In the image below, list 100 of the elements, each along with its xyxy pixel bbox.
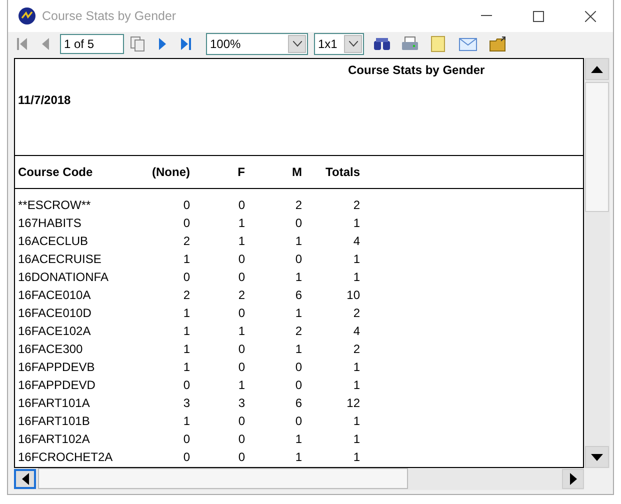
table-cell-text: 0 xyxy=(237,198,245,212)
table-cell-text: 3 xyxy=(237,396,245,410)
caret-icon xyxy=(348,41,358,47)
table-cell-text: 0 xyxy=(237,450,245,464)
table-cell-text: 1 xyxy=(182,414,190,428)
scroll-up-button[interactable] xyxy=(585,58,609,80)
table-cell-text: 2 xyxy=(352,306,360,320)
page-field[interactable]: 1 of 5 xyxy=(60,34,124,54)
note-icon[interactable] xyxy=(428,34,448,54)
column-header: (None) xyxy=(151,165,190,179)
table-cell-text: 1 xyxy=(237,216,245,230)
table-cell-text: 0 xyxy=(294,216,302,230)
table-cell-text: 1 xyxy=(294,450,302,464)
table-cell-text: 1 xyxy=(294,342,302,356)
report-title: Course Stats by Gender xyxy=(348,63,485,77)
table-cell-text: 0 xyxy=(237,252,245,266)
table-cell-text: 3 xyxy=(182,396,190,410)
table-cell-text: 16ACECLUB xyxy=(18,234,90,248)
table-cell-text: 16FART101A xyxy=(18,396,91,410)
scroll-right-button[interactable] xyxy=(562,469,584,489)
table-cell-text: 16DONATIONFA xyxy=(18,270,110,284)
table-cell-text: 0 xyxy=(182,216,190,230)
table-cell-text: 0 xyxy=(294,360,302,374)
table-cell-text: 1 xyxy=(352,450,360,464)
table-cell-text: 1 xyxy=(294,270,302,284)
table-cell-text: 1 xyxy=(294,432,302,446)
table-cell-text: 1 xyxy=(182,252,190,266)
table-cell-text: 4 xyxy=(352,324,360,338)
table-cell-text: 0 xyxy=(182,378,190,392)
table-cell-text: 16FACE300 xyxy=(18,342,84,356)
up-arrow-icon xyxy=(591,66,603,72)
table-cell-text: 1 xyxy=(182,360,190,374)
table-cell-text: 12 xyxy=(346,396,360,410)
table-cell-text: 1 xyxy=(294,306,302,320)
table-cell-text: 0 xyxy=(294,378,302,392)
first-page-button[interactable] xyxy=(17,38,27,50)
caret-icon xyxy=(292,41,302,47)
table-cell-text: 0 xyxy=(294,414,302,428)
previous-page-button[interactable] xyxy=(42,38,50,50)
table-cell-text: 2 xyxy=(182,288,190,302)
table-cell-text: 1 xyxy=(237,234,245,248)
table-cell-text: 2 xyxy=(294,198,302,212)
minimize-button[interactable] xyxy=(480,15,492,17)
last-page-button[interactable] xyxy=(181,38,191,50)
folder-icon[interactable] xyxy=(488,34,508,54)
column-header: Totals xyxy=(324,165,360,179)
scroll-thumb[interactable] xyxy=(585,82,609,212)
table-cell-text: 0 xyxy=(237,414,245,428)
column-header: M xyxy=(291,165,302,179)
table-cell-text: 16FACE102A xyxy=(18,324,92,338)
table-cell-text: 1 xyxy=(182,324,190,338)
table-cell-text: 1 xyxy=(352,378,360,392)
table-cell-text: 16ACECRUISE xyxy=(18,252,102,266)
close-button[interactable] xyxy=(584,10,596,22)
left-arrow-icon xyxy=(22,473,28,485)
table-cell-text: 1 xyxy=(237,324,245,338)
scroll-thumb[interactable] xyxy=(38,468,408,489)
table-cell-text: 2 xyxy=(237,288,245,302)
window-title: Course Stats by Gender xyxy=(42,9,178,23)
table-cell-text: 0 xyxy=(237,342,245,356)
table-cell-text: 6 xyxy=(294,288,302,302)
table-cell-text: 2 xyxy=(182,234,190,248)
table-cell-text: 16FAPPDEVD xyxy=(18,378,96,392)
scroll-left-button[interactable] xyxy=(14,469,36,489)
table-cell-text: 16FCROCHET2A xyxy=(18,450,114,464)
table-cell-text: 0 xyxy=(237,360,245,374)
table-cell-text: 1 xyxy=(352,360,360,374)
table-cell-text: 2 xyxy=(352,198,360,212)
table-cell-text: 0 xyxy=(294,252,302,266)
table-cell-text: 1 xyxy=(182,342,190,356)
column-header: Course Code xyxy=(18,165,94,179)
scroll-down-button[interactable] xyxy=(585,446,609,468)
vertical-scrollbar[interactable] xyxy=(584,58,610,468)
down-arrow-icon xyxy=(591,454,603,460)
right-arrow-icon xyxy=(570,473,576,485)
table-cell-text: 0 xyxy=(237,270,245,284)
table-cell-text: 1 xyxy=(352,432,360,446)
table-cell-text: 0 xyxy=(182,450,190,464)
table-cell-text: 1 xyxy=(182,306,190,320)
horizontal-scrollbar[interactable] xyxy=(14,468,584,490)
table-cell-text: 167HABITS xyxy=(18,216,82,230)
zoom-dropdown[interactable]: 100% xyxy=(206,33,308,55)
table-cell-text: 16FART102A xyxy=(18,432,91,446)
table-cell-text: 1 xyxy=(294,234,302,248)
table-cell-text: 1 xyxy=(237,378,245,392)
table-cell-text: 6 xyxy=(294,396,302,410)
table-cell-text: 0 xyxy=(237,306,245,320)
table-cell-text: 16FACE010D xyxy=(18,306,92,320)
table-cell-text: 10 xyxy=(346,288,360,302)
layout-dropdown[interactable]: 1x1 xyxy=(314,33,364,55)
table-cell-text: 16FACE010A xyxy=(18,288,92,302)
table-cell-text: 2 xyxy=(352,342,360,356)
table-cell-text: 0 xyxy=(237,432,245,446)
table-cell-text: 1 xyxy=(352,216,360,230)
maximize-button[interactable] xyxy=(532,10,544,22)
table-cell-text: **ESCROW** xyxy=(18,198,92,212)
next-page-button[interactable] xyxy=(158,38,166,50)
table-cell-text: 1 xyxy=(352,414,360,428)
table-cell-text: 2 xyxy=(294,324,302,338)
table-cell-text: 16FAPPDEVB xyxy=(18,360,96,374)
